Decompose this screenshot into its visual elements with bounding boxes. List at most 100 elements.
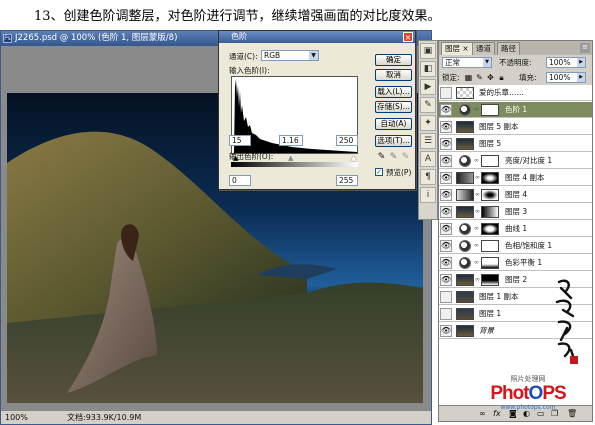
ok-button[interactable]: 确定 (375, 54, 412, 66)
layer-row[interactable]: 👁︎ ∞ 曲线 1 (439, 221, 592, 237)
character-icon[interactable]: A (420, 151, 436, 167)
eye-icon[interactable]: 👁︎ (440, 155, 452, 167)
layer-mask-thumbnail (481, 189, 499, 201)
adjustment-icon (459, 104, 471, 116)
channel-label: 通道(C): (229, 52, 258, 61)
white-eyedropper-icon[interactable]: ✎ (401, 152, 410, 162)
chevron-right-icon: ▶ (577, 58, 585, 67)
tool-presets-icon[interactable]: ✦ (420, 115, 436, 131)
layer-row-text[interactable]: 爱的乐章…… (439, 85, 592, 101)
input-white-field[interactable]: 250 (336, 135, 358, 146)
opacity-input[interactable]: 100% ▶ (546, 57, 586, 68)
blend-mode-select[interactable]: 正常 ▼ (442, 57, 492, 68)
layer-thumbnail (456, 291, 474, 303)
layer-thumbnail (456, 87, 474, 99)
zoom-level[interactable]: 100% (5, 411, 28, 424)
visibility-toggle[interactable] (440, 87, 452, 99)
navigator-icon[interactable]: ▣ (420, 43, 436, 59)
layer-row[interactable]: 👁︎ ∞ 图层 4 副本 (439, 170, 592, 186)
lock-transparency-icon[interactable]: ▦ (464, 73, 473, 82)
watermark-logo: 照片处理网 PhotOPS www.photops.com (476, 374, 580, 412)
paragraph-icon[interactable]: ¶ (420, 169, 436, 185)
levels-dialog: 色阶 × 通道(C): RGB ▼ 输入色阶(I): ▲ ▲ ▲ 15 1.16… (218, 30, 416, 190)
preview-checkbox[interactable]: ✓ (375, 168, 383, 176)
panel-toolstrip: ▣ ◧ ▶ ✎ ✦ ☰ A ¶ i (418, 40, 438, 220)
layer-thumbnail (456, 189, 474, 201)
layer-row[interactable]: 👁︎ ∞ 色相/饱和度 1 (439, 238, 592, 254)
eye-icon[interactable]: 👁︎ (440, 274, 452, 286)
panel-tabs: 图层 × 通道 路径 ≡ (439, 41, 592, 55)
panel-menu-icon[interactable]: ≡ (580, 43, 590, 53)
actions-icon[interactable]: ▶ (420, 79, 436, 95)
chain-icon: ∞ (475, 276, 480, 283)
levels-title: 色阶 (231, 32, 247, 41)
brush-icon[interactable]: ✎ (420, 97, 436, 113)
eye-icon[interactable]: 👁︎ (440, 240, 452, 252)
save-button[interactable]: 存储(S)... (375, 101, 412, 113)
history-icon[interactable]: ◧ (420, 61, 436, 77)
gamma-slider[interactable]: ▲ (288, 154, 293, 162)
tab-channels[interactable]: 通道 (472, 42, 495, 55)
layer-thumbnail (456, 121, 474, 133)
layer-mask-thumbnail (481, 223, 499, 235)
lock-all-icon[interactable]: 🔒︎ (497, 73, 506, 82)
load-button[interactable]: 载入(L)... (375, 86, 412, 98)
cancel-button[interactable]: 取消 (375, 69, 412, 81)
white-point-slider[interactable]: ▲ (351, 154, 356, 162)
layer-row[interactable]: 👁︎ ∞ 图层 3 (439, 204, 592, 220)
layer-row[interactable]: 👁︎ ∞ 图层 4 (439, 187, 592, 203)
lock-image-icon[interactable]: ✎ (475, 73, 484, 82)
output-white-field[interactable]: 255 (336, 175, 358, 186)
input-black-field[interactable]: 15 (229, 135, 251, 146)
visibility-toggle[interactable] (440, 308, 452, 320)
layer-comps-icon[interactable]: ☰ (420, 133, 436, 149)
tutorial-caption: 13、创建色阶调整层，对色阶进行调节，继续增强画面的对比度效果。 (34, 9, 441, 24)
black-eyedropper-icon[interactable]: ✎ (377, 152, 386, 162)
eye-icon[interactable]: 👁︎ (440, 325, 452, 337)
ps-doc-icon: Ps (3, 34, 12, 43)
close-icon[interactable]: × (403, 32, 413, 42)
layer-thumbnail (456, 274, 474, 286)
chain-icon: ∞ (474, 106, 479, 113)
calligraphy-signature (555, 279, 578, 364)
fill-input[interactable]: 100% ▶ (546, 72, 586, 83)
output-levels-label: 输出色阶(O): (229, 152, 274, 161)
eye-icon[interactable]: 👁︎ (440, 138, 452, 150)
eye-icon[interactable]: 👁︎ (440, 104, 452, 116)
layer-row-levels[interactable]: 👁︎ ∞ 色阶 1 (439, 102, 592, 118)
eye-icon[interactable]: 👁︎ (440, 206, 452, 218)
eye-icon[interactable]: 👁︎ (440, 121, 452, 133)
layer-row[interactable]: 👁︎ 图层 5 副本 (439, 119, 592, 135)
levels-titlebar[interactable]: 色阶 × (219, 31, 415, 43)
output-gradient-bar[interactable] (231, 162, 358, 167)
input-gamma-field[interactable]: 1.16 (279, 135, 303, 146)
layer-thumbnail (456, 206, 474, 218)
lock-position-icon[interactable]: ✥ (486, 73, 495, 82)
tab-paths[interactable]: 路径 (497, 42, 520, 55)
options-button[interactable]: 选项(T)... (375, 135, 412, 147)
tab-layers[interactable]: 图层 × (441, 42, 473, 55)
blend-options-row: 正常 ▼ 不透明度: 100% ▶ (439, 56, 592, 70)
adjustment-icon (459, 240, 471, 252)
visibility-toggle[interactable] (440, 291, 452, 303)
layer-thumbnail (456, 308, 474, 320)
document-title: J2265.psd @ 100% (色阶 1, 图层蒙版/8) (15, 33, 178, 43)
output-black-field[interactable]: 0 (229, 175, 251, 186)
adjustment-icon (459, 223, 471, 235)
gray-eyedropper-icon[interactable]: ✎ (389, 152, 398, 162)
info-icon[interactable]: i (420, 187, 436, 203)
layer-row[interactable]: 👁︎ ∞ 亮度/对比度 1 (439, 153, 592, 169)
layer-thumbnail (456, 325, 474, 337)
eye-icon[interactable]: 👁︎ (440, 257, 452, 269)
channel-select[interactable]: RGB ▼ (261, 50, 319, 61)
layer-row[interactable]: 👁︎ 图层 5 (439, 136, 592, 152)
chain-icon: ∞ (474, 242, 479, 249)
file-size-info: 文档:933.9K/10.9M (67, 413, 142, 422)
layer-mask-thumbnail (481, 274, 499, 286)
adjustment-icon (459, 257, 471, 269)
auto-button[interactable]: 自动(A) (375, 118, 412, 130)
layer-row[interactable]: 👁︎ ∞ 色彩平衡 1 (439, 255, 592, 271)
eye-icon[interactable]: 👁︎ (440, 172, 452, 184)
eye-icon[interactable]: 👁︎ (440, 189, 452, 201)
eye-icon[interactable]: 👁︎ (440, 223, 452, 235)
